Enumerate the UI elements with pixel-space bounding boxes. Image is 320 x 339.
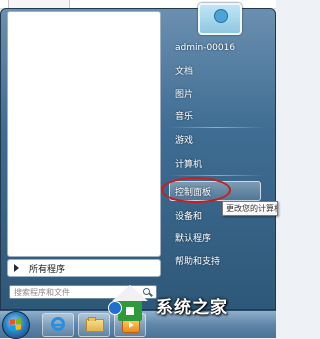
annotation-circle [161, 177, 231, 203]
tooltip: 更改您的计算机设置并 [222, 201, 278, 216]
user-name-link[interactable]: admin-00016 [175, 43, 235, 53]
menu-divider [169, 175, 265, 176]
folder-icon [86, 317, 104, 332]
taskbar-explorer-button[interactable] [78, 313, 110, 337]
menu-item-games[interactable]: 游戏 [175, 133, 193, 146]
start-menu: 所有程序 搜索程序和文件 admin-00016 文档 图片 音乐 游戏 计算机… [0, 3, 276, 310]
menu-item-default-programs[interactable]: 默认程序 [175, 231, 211, 244]
all-programs-button[interactable]: 所有程序 [7, 259, 161, 277]
menu-item-devices[interactable]: 设备和 [175, 209, 202, 222]
watermark-logo-icon [108, 283, 152, 327]
taskbar-ie-button[interactable] [42, 313, 74, 337]
triangle-right-icon [14, 264, 19, 272]
start-orb-icon[interactable] [2, 311, 30, 339]
menu-item-documents[interactable]: 文档 [175, 64, 193, 77]
all-programs-label: 所有程序 [29, 264, 66, 275]
tooltip-text: 更改您的计算机设置并 [226, 204, 277, 213]
menu-item-help-support[interactable]: 帮助和支持 [175, 254, 220, 267]
user-picture-icon[interactable] [198, 3, 242, 35]
background-window-edge [8, 0, 70, 8]
watermark-text: 系统之家 [156, 297, 228, 318]
menu-item-music[interactable]: 音乐 [175, 109, 193, 122]
menu-item-pictures[interactable]: 图片 [175, 87, 193, 100]
watermark: 系统之家 [108, 278, 274, 332]
program-list-pane [7, 11, 161, 257]
ie-icon [51, 317, 65, 331]
menu-divider [169, 127, 265, 128]
search-placeholder: 搜索程序和文件 [14, 287, 70, 297]
menu-item-computer[interactable]: 计算机 [175, 157, 202, 170]
